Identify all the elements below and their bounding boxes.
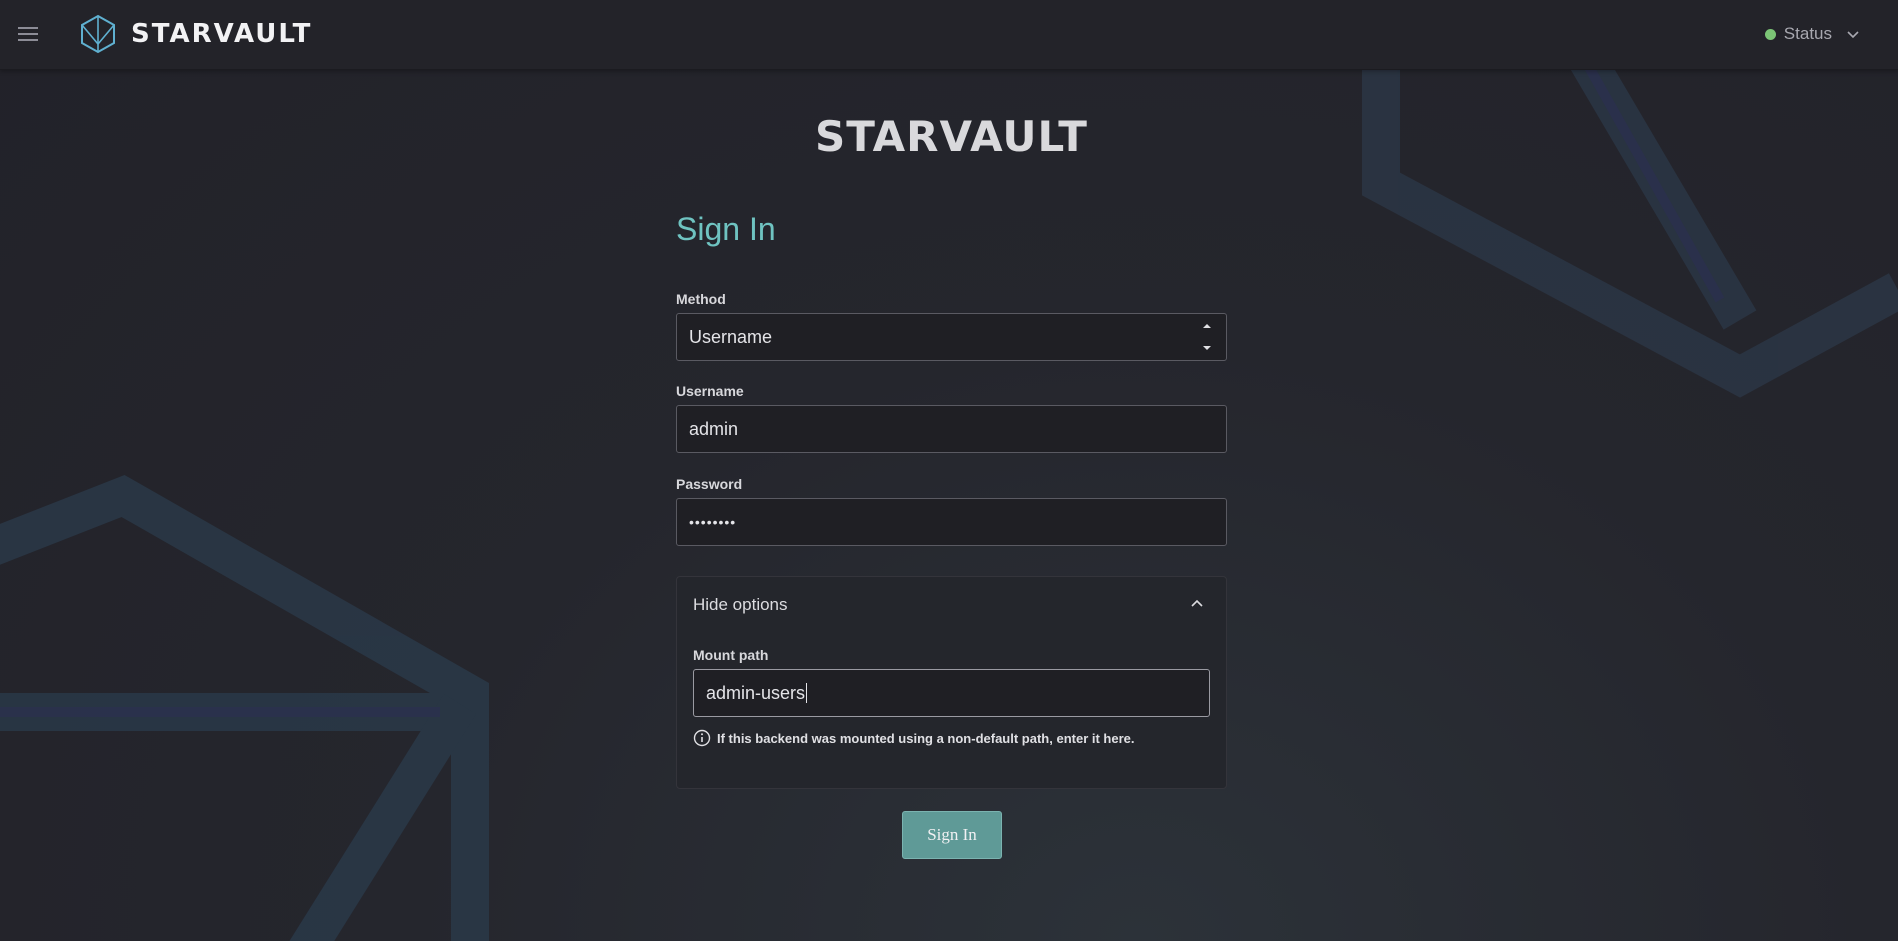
username-input[interactable]: admin [676, 405, 1227, 453]
username-value: admin [689, 418, 739, 439]
method-label: Method [676, 291, 726, 307]
select-arrows-icon [1203, 324, 1211, 350]
password-masked-value: •••••••• [689, 514, 737, 530]
options-panel: Hide options Mount path admin-users If t… [676, 576, 1227, 789]
chevron-down-icon [1847, 31, 1859, 39]
mount-path-value: admin-users [706, 682, 806, 703]
mount-path-help-text: If this backend was mounted using a non-… [717, 730, 1135, 746]
sign-in-button[interactable]: Sign In [902, 811, 1002, 859]
info-icon [693, 729, 711, 747]
vault-logo-icon[interactable] [79, 14, 117, 54]
mount-path-label: Mount path [693, 647, 769, 663]
status-dot-icon [1764, 28, 1776, 40]
password-input[interactable]: •••••••• [676, 498, 1227, 546]
method-select[interactable]: Username [676, 313, 1227, 361]
top-navbar: STARVAULT Status [0, 0, 1898, 70]
method-select-value: Username [689, 326, 773, 347]
chevron-up-icon[interactable] [1190, 597, 1204, 611]
login-page: STARVAULT Status STARVAULT Sign In Metho… [0, 0, 1898, 941]
page-title: Sign In [676, 211, 776, 247]
brand-logo-text[interactable]: STARVAULT [131, 19, 312, 49]
brand-title: STARVAULT [815, 112, 1088, 161]
text-caret [806, 683, 808, 703]
mount-path-input[interactable]: admin-users [693, 669, 1210, 717]
status-label: Status [1783, 24, 1832, 43]
status-menu[interactable]: Status [1764, 24, 1860, 44]
hide-options-toggle[interactable]: Hide options [693, 595, 788, 615]
username-label: Username [676, 383, 744, 399]
mount-path-help: If this backend was mounted using a non-… [693, 729, 1135, 747]
menu-icon[interactable] [18, 27, 38, 41]
password-label: Password [676, 476, 743, 492]
